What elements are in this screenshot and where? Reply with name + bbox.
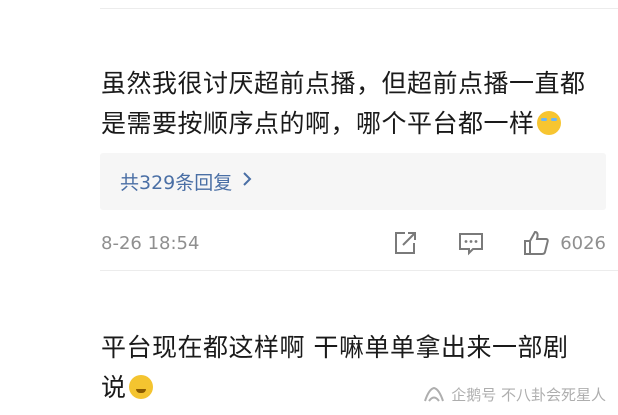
comment-timestamp: 8-26 18:54: [101, 232, 200, 254]
watermark: 企鹅号 不八卦会死星人: [423, 384, 606, 405]
top-divider: [100, 8, 618, 9]
comment-1-text: 虽然我很讨厌超前点播，但超前点播一直都 是需要按顺序点的啊，哪个平台都一样: [101, 64, 606, 144]
view-replies-button[interactable]: 共329条回复: [100, 153, 606, 210]
like-count: 6026: [560, 232, 606, 254]
comment-2-line-1: 平台现在都这样啊 干嘛单单拿出来一部剧: [101, 333, 569, 362]
like-button[interactable]: 6026: [522, 229, 606, 257]
comment-icon: [459, 233, 484, 256]
comment-2-line-2-text: 说: [101, 373, 127, 402]
comment-actions: 6026: [392, 229, 606, 257]
laugh-cry-emoji-icon: [536, 111, 561, 135]
comment-1-line-2-text: 是需要按顺序点的啊，哪个平台都一样: [101, 109, 535, 138]
comment-1-meta: 8-26 18:54 6026: [101, 229, 606, 257]
chevron-right-icon: [242, 171, 252, 192]
comment-button[interactable]: [458, 230, 484, 256]
comment-1-line-2: 是需要按顺序点的啊，哪个平台都一样: [101, 104, 606, 144]
penguin-logo-icon: [424, 386, 445, 402]
thumbs-up-icon: [524, 230, 549, 255]
comment-1-line-1: 虽然我很讨厌超前点播，但超前点播一直都: [101, 69, 586, 98]
shrug-emoji-icon: [128, 375, 153, 399]
share-icon: [395, 232, 417, 254]
watermark-text: 企鹅号 不八卦会死星人: [451, 386, 606, 404]
replies-label: 共329条回复: [120, 172, 233, 194]
comment-divider: [100, 270, 618, 271]
share-button[interactable]: [392, 230, 418, 256]
